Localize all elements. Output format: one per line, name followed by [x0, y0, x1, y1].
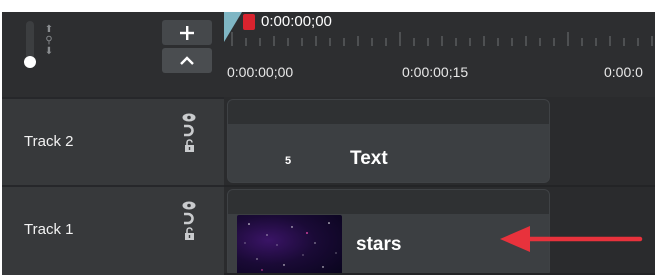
- playhead-marker[interactable]: [224, 12, 242, 42]
- clip-effects-bar: [228, 100, 549, 124]
- track-name: Track 1: [24, 221, 74, 238]
- visibility-eye-icon[interactable]: [182, 113, 196, 122]
- timeline-controls: ⬆ ⚲ ⬇: [2, 12, 220, 97]
- magnet-icon[interactable]: [183, 124, 195, 137]
- playhead-handle[interactable]: [243, 14, 255, 30]
- magnet-icon[interactable]: [183, 212, 195, 225]
- clip-label: Text: [350, 148, 388, 169]
- track-header-1[interactable]: Track 1: [2, 187, 224, 273]
- zoom-out-icon[interactable]: ⬇: [42, 46, 56, 57]
- lane-separator: [224, 185, 655, 187]
- zoom-slider-track[interactable]: [26, 21, 34, 61]
- track-controls: [182, 113, 196, 152]
- chevron-up-icon: [180, 55, 194, 65]
- ruler-ticks: [231, 32, 653, 46]
- visibility-eye-icon[interactable]: [182, 201, 196, 210]
- zoom-in-icon[interactable]: ⬆: [42, 24, 56, 35]
- lock-icon[interactable]: [184, 139, 195, 152]
- collapse-button[interactable]: [162, 48, 212, 73]
- stars-thumbnail-image: [244, 222, 337, 271]
- magnify-icon: ⚲: [45, 35, 53, 46]
- clip-label: stars: [356, 234, 402, 255]
- track-headers: Track 2 Track 1: [2, 97, 224, 275]
- clip-badge: 5: [285, 155, 292, 167]
- ruler-label: 0:00:00;00: [227, 64, 294, 80]
- lock-icon[interactable]: [184, 227, 195, 240]
- add-track-button[interactable]: [162, 20, 212, 45]
- clip-thumbnail: [237, 215, 342, 275]
- ruler-label: 0:00:0: [604, 64, 643, 80]
- track-controls: [182, 201, 196, 240]
- plus-icon: [180, 25, 194, 40]
- zoom-icons: ⬆ ⚲ ⬇: [42, 24, 56, 64]
- ruler-label: 0:00:00;15: [402, 64, 469, 80]
- zoom-slider-thumb[interactable]: [24, 56, 36, 68]
- track-name: Track 2: [24, 133, 74, 150]
- annotation-arrow-icon: [500, 226, 643, 252]
- clip-effects-bar: [228, 190, 549, 214]
- text-clip[interactable]: 5 Text: [227, 99, 550, 183]
- track-header-2[interactable]: Track 2: [2, 99, 224, 185]
- playhead-time: 0:00:00;00: [261, 13, 332, 30]
